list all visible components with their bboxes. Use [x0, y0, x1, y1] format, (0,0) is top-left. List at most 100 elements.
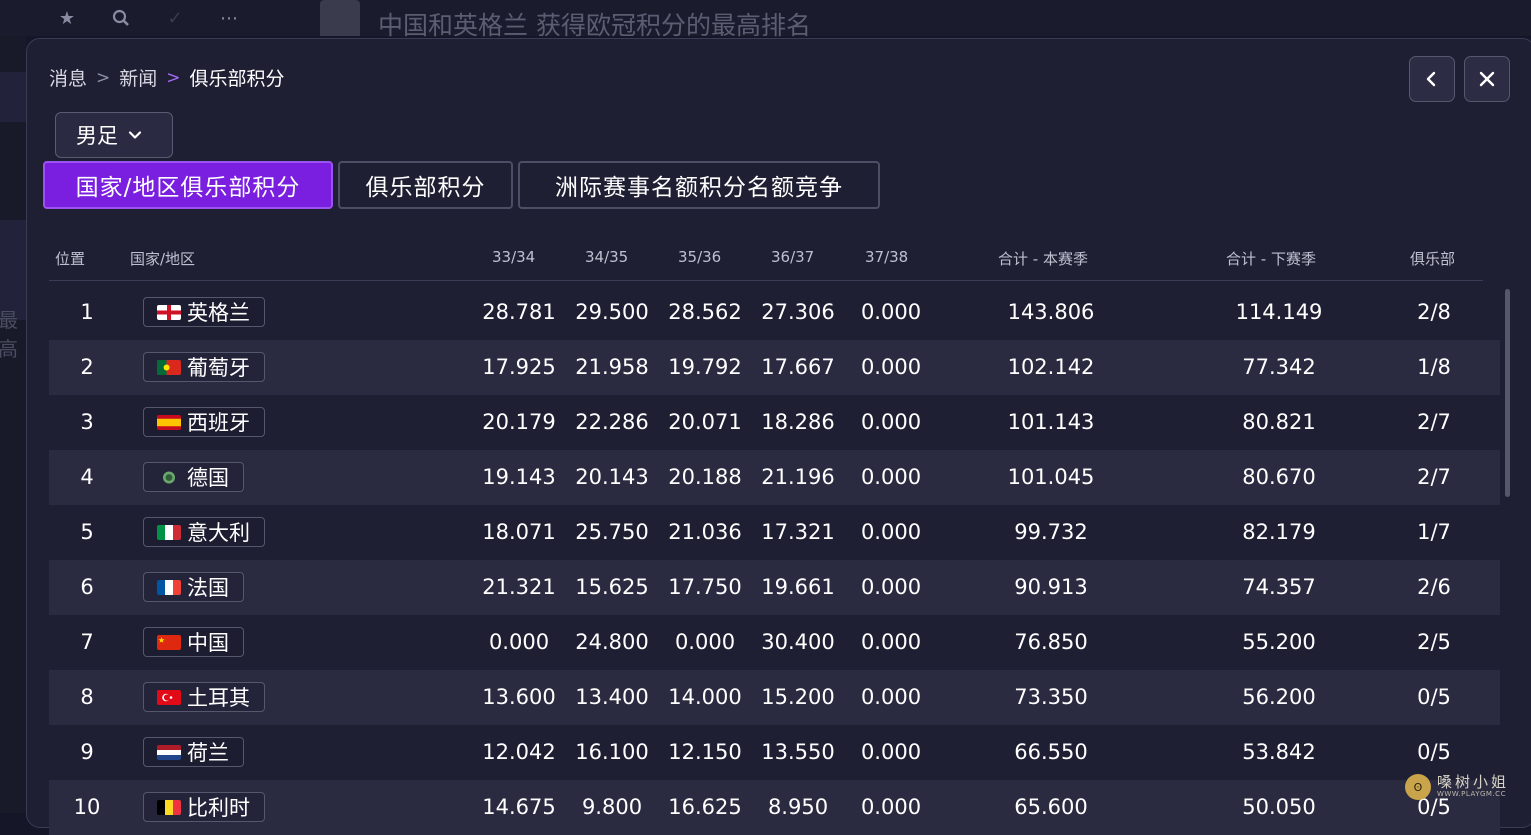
cell-season-37-38: 0.000 — [860, 520, 922, 544]
cell-season-36-37: 27.306 — [761, 300, 835, 324]
tab-country-club-points[interactable]: 国家/地区俱乐部积分 — [43, 161, 333, 209]
table-row[interactable]: 8 13.600 13.400 14.000 15.200 0.000 73.350 56.2… — [49, 670, 1500, 725]
cell-season-34-35: 29.500 — [575, 300, 649, 324]
cell-rank: 7 — [80, 630, 94, 654]
cell-total-next: 114.149 — [1235, 300, 1323, 324]
table-row[interactable]: 2 17.925 21.958 19.792 17.667 0.000 102.142 77.… — [49, 340, 1500, 395]
country-badge[interactable]: 葡萄牙 — [143, 352, 265, 382]
header-season-37-38[interactable]: 37/38 — [865, 248, 908, 266]
cell-season-35-36: 20.071 — [668, 410, 742, 434]
breadcrumb-item-messages[interactable]: 消息 — [49, 64, 87, 91]
country-badge[interactable]: 西班牙 — [143, 407, 265, 437]
cell-total-current: 66.550 — [1014, 740, 1088, 764]
cell-clubs: 2/8 — [1417, 300, 1451, 324]
cell-season-36-37: 13.550 — [761, 740, 835, 764]
cell-season-34-35: 24.800 — [575, 630, 649, 654]
club-points-modal: 消息 > 新闻 > 俱乐部积分 男足 国家/地区俱乐部积分 俱乐部积分 洲际赛事… — [26, 38, 1531, 835]
cell-season-36-37: 18.286 — [761, 410, 835, 434]
header-season-34-35[interactable]: 34/35 — [585, 248, 628, 266]
tab-club-points[interactable]: 俱乐部积分 — [338, 161, 513, 209]
background-side-text: 最高 — [0, 308, 18, 361]
header-total-current[interactable]: 合计 - 本赛季 — [998, 248, 1088, 269]
table-row[interactable]: 6 21.321 15.625 17.750 19.661 0.000 90.913 74.3… — [49, 560, 1500, 615]
country-badge[interactable]: 法国 — [143, 572, 244, 602]
table-row[interactable]: 7 0.000 24.800 0.000 30.400 0.000 76.850 55.200… — [49, 615, 1500, 670]
back-button[interactable] — [1409, 56, 1455, 102]
flag-turkey-icon — [157, 689, 181, 705]
cell-total-current: 73.350 — [1014, 685, 1088, 709]
table-row[interactable]: 3 20.179 22.286 20.071 18.286 0.000 101.143 80.… — [49, 395, 1500, 450]
table-row[interactable]: 9 12.042 16.100 12.150 13.550 0.000 66.550 53.8… — [49, 725, 1500, 780]
flag-italy-icon — [157, 524, 181, 540]
country-badge[interactable]: 比利时 — [143, 792, 265, 822]
cell-season-34-35: 15.625 — [575, 575, 649, 599]
table-row[interactable]: 5 18.071 25.750 21.036 17.321 0.000 99.732 82.1… — [49, 505, 1500, 560]
table-body: 1 28.781 29.500 28.562 27.306 0.000 143.806 114… — [49, 285, 1500, 835]
background-avatar — [320, 0, 360, 36]
table-row[interactable]: 10 14.675 9.800 16.625 8.950 0.000 65.600 50.05… — [49, 780, 1500, 835]
cell-season-36-37: 8.950 — [767, 795, 829, 819]
background-toolbar: ★ ✓ ⋯ — [40, 4, 256, 32]
cell-season-35-36: 14.000 — [668, 685, 742, 709]
header-total-next[interactable]: 合计 - 下赛季 — [1226, 248, 1316, 269]
cell-season-36-37: 15.200 — [761, 685, 835, 709]
cell-rank: 5 — [80, 520, 94, 544]
close-button[interactable] — [1464, 56, 1510, 102]
cell-clubs: 2/7 — [1417, 465, 1451, 489]
cell-season-35-36: 0.000 — [674, 630, 736, 654]
cell-total-next: 53.842 — [1242, 740, 1316, 764]
table-row[interactable]: 4 19.143 20.143 20.188 21.196 0.000 101.045 80.… — [49, 450, 1500, 505]
cell-season-37-38: 0.000 — [860, 795, 922, 819]
cell-season-36-37: 17.667 — [761, 355, 835, 379]
cell-rank: 1 — [80, 300, 94, 324]
cell-season-33-34: 19.143 — [482, 465, 556, 489]
tab-continental-slots[interactable]: 洲际赛事名额积分名额竞争 — [518, 161, 880, 209]
country-name: 荷兰 — [187, 741, 229, 765]
flag-france-icon — [157, 579, 181, 595]
cell-season-33-34: 13.600 — [482, 685, 556, 709]
breadcrumb-item-news[interactable]: 新闻 — [119, 64, 157, 91]
table-scrollbar[interactable] — [1505, 289, 1510, 497]
cell-clubs: 1/8 — [1417, 355, 1451, 379]
cell-total-next: 56.200 — [1242, 685, 1316, 709]
flag-netherlands-icon — [157, 744, 181, 760]
cell-total-next: 77.342 — [1242, 355, 1316, 379]
country-name: 意大利 — [187, 521, 250, 545]
check-icon[interactable]: ✓ — [148, 4, 202, 32]
cell-season-36-37: 17.321 — [761, 520, 835, 544]
header-country[interactable]: 国家/地区 — [130, 248, 195, 269]
cell-season-36-37: 30.400 — [761, 630, 835, 654]
cell-season-36-37: 19.661 — [761, 575, 835, 599]
header-season-33-34[interactable]: 33/34 — [492, 248, 535, 266]
cell-total-next: 80.670 — [1242, 465, 1316, 489]
cell-season-35-36: 12.150 — [668, 740, 742, 764]
cell-season-34-35: 16.100 — [575, 740, 649, 764]
search-icon[interactable] — [94, 4, 148, 32]
header-rank[interactable]: 位置 — [55, 248, 85, 269]
country-badge[interactable]: 土耳其 — [143, 682, 265, 712]
cell-season-33-34: 20.179 — [482, 410, 556, 434]
country-badge[interactable]: 中国 — [143, 627, 244, 657]
flag-germany-icon — [157, 469, 181, 485]
table-row[interactable]: 1 28.781 29.500 28.562 27.306 0.000 143.806 114… — [49, 285, 1500, 340]
header-season-35-36[interactable]: 35/36 — [678, 248, 721, 266]
star-icon[interactable]: ★ — [40, 4, 94, 32]
country-name: 中国 — [187, 631, 229, 655]
country-name: 土耳其 — [187, 686, 250, 710]
chevron-down-icon — [128, 131, 142, 139]
cell-season-33-34: 21.321 — [482, 575, 556, 599]
background-topbar: ★ ✓ ⋯ 中国和英格兰 获得欧冠积分的最高排名 — [0, 0, 1531, 40]
country-badge[interactable]: 德国 — [143, 462, 244, 492]
chevron-right-icon: > — [166, 67, 181, 88]
more-icon[interactable]: ⋯ — [202, 4, 256, 32]
header-season-36-37[interactable]: 36/37 — [771, 248, 814, 266]
cell-season-37-38: 0.000 — [860, 410, 922, 434]
header-clubs[interactable]: 俱乐部 — [1410, 248, 1455, 269]
close-icon — [1479, 71, 1495, 87]
cell-season-37-38: 0.000 — [860, 575, 922, 599]
gender-dropdown[interactable]: 男足 — [55, 112, 173, 158]
country-badge[interactable]: 荷兰 — [143, 737, 244, 767]
country-badge[interactable]: 意大利 — [143, 517, 265, 547]
flag-england-icon — [157, 304, 181, 320]
country-badge[interactable]: 英格兰 — [143, 297, 265, 327]
